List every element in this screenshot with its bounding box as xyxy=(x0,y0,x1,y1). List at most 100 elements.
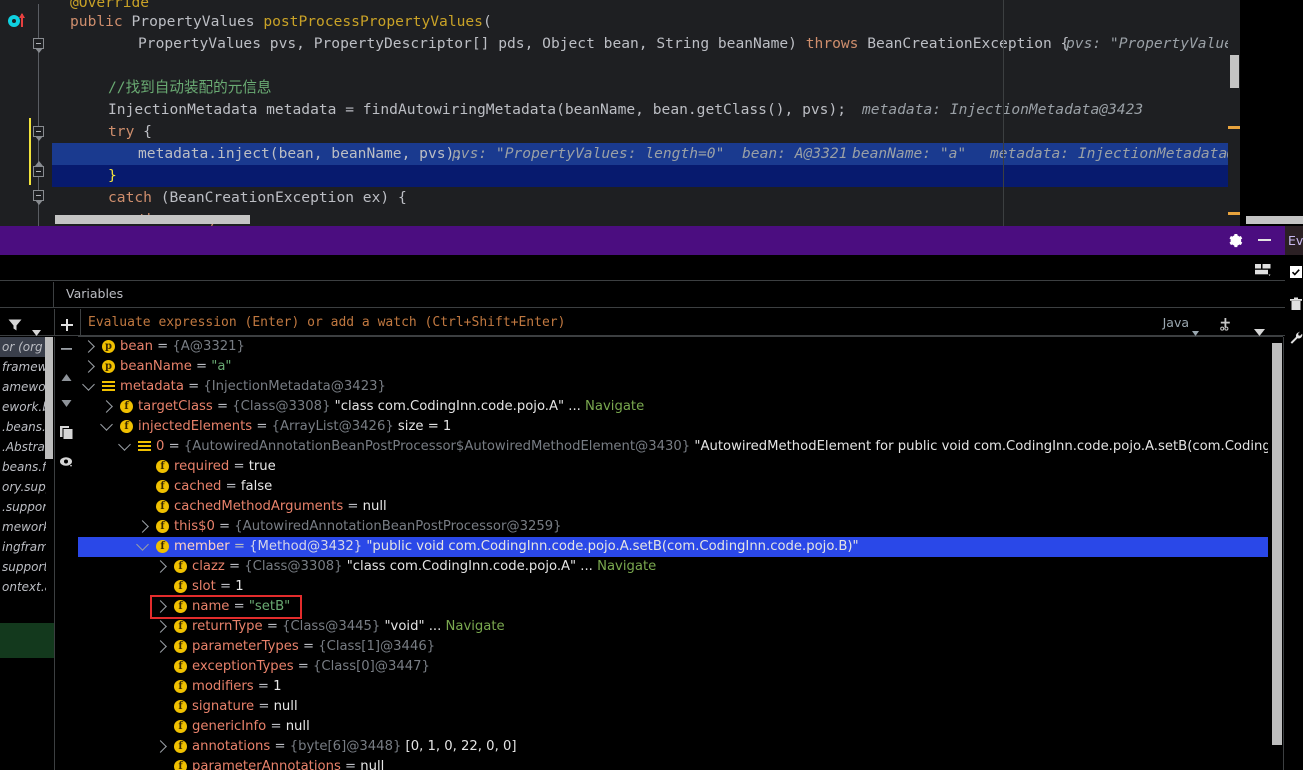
navigate-link[interactable]: Navigate xyxy=(597,559,656,574)
language-selector-label[interactable]: Java xyxy=(1163,315,1189,330)
frames-panel[interactable]: or (orgframewoamewo.ework.b.beans..Abstr… xyxy=(0,337,54,770)
variable-row[interactable]: f exceptionTypes = {Class[0]@3447} xyxy=(78,657,1268,677)
layout-icon[interactable] xyxy=(1255,261,1271,276)
frame-item[interactable]: ory.supp xyxy=(0,477,46,497)
code-keyword: public xyxy=(70,13,132,30)
editor-horizontal-scrollbar-right[interactable] xyxy=(1246,216,1303,224)
variable-row[interactable]: p bean = {A@3321} xyxy=(78,337,1268,357)
variable-row[interactable]: f modifiers = 1 xyxy=(78,677,1268,697)
frames-list[interactable]: or (orgframewoamewo.ework.b.beans..Abstr… xyxy=(0,337,46,597)
editor-vertical-scrollbar[interactable] xyxy=(1228,0,1240,226)
frame-item[interactable]: amewo. xyxy=(0,377,46,397)
frame-item[interactable]: .Abstra xyxy=(0,437,46,457)
variable-row[interactable]: f cachedMethodArguments = null xyxy=(78,497,1268,517)
variable-equals: = xyxy=(229,539,250,554)
chevron-down-icon[interactable] xyxy=(136,538,149,551)
variable-row[interactable]: f this$0 = {AutowiredAnnotationBeanPostPr… xyxy=(78,517,1268,537)
navigate-link[interactable]: Navigate xyxy=(585,399,644,414)
variable-row[interactable]: f clazz = {Class@3308} "class com.CodingI… xyxy=(78,557,1268,577)
gear-icon[interactable] xyxy=(1228,233,1243,248)
frame-item[interactable]: support) xyxy=(0,557,46,577)
frame-item[interactable]: ontext.an xyxy=(0,577,46,597)
chevron-right-icon[interactable] xyxy=(154,560,167,573)
variable-value: null xyxy=(285,719,310,734)
chevron-down-icon[interactable] xyxy=(82,378,95,391)
variable-value: 1 xyxy=(273,679,282,694)
code-editor[interactable]: @Override public PropertyValues postProc… xyxy=(0,0,1303,226)
chevron-right-icon[interactable] xyxy=(100,400,113,413)
chevron-right-icon[interactable] xyxy=(136,520,149,533)
variable-row[interactable]: f parameterAnnotations = null xyxy=(78,757,1268,770)
fold-marker-icon[interactable] xyxy=(33,190,44,205)
evaluate-expression-input[interactable]: Evaluate expression (Enter) or add a wat… xyxy=(88,315,565,330)
scrollbar-thumb[interactable] xyxy=(1230,55,1239,88)
toolbar-divider xyxy=(54,309,55,336)
navigate-link[interactable]: Navigate xyxy=(446,619,505,634)
frame-item[interactable]: beans.f xyxy=(0,457,46,477)
variable-row[interactable]: f member = {Method@3432} "public void com… xyxy=(78,537,1268,557)
copy-icon[interactable] xyxy=(59,425,74,440)
variable-text: cachedMethodArguments = null xyxy=(174,497,387,517)
tab-evaluate[interactable]: Ev xyxy=(1285,226,1303,255)
variable-detail: size = 1 xyxy=(393,419,452,434)
variable-row[interactable]: f genericInfo = null xyxy=(78,717,1268,737)
tab-variables[interactable]: Variables xyxy=(66,286,123,301)
minus-icon[interactable] xyxy=(59,341,74,356)
trash-icon[interactable] xyxy=(1289,296,1303,310)
inline-hint-bean: bean: A@3321 xyxy=(742,145,848,162)
variable-row[interactable]: f slot = 1 xyxy=(78,577,1268,597)
fold-marker-icon[interactable] xyxy=(33,161,44,177)
chevron-right-icon[interactable] xyxy=(154,640,167,653)
variable-row[interactable]: p beanName = "a" xyxy=(78,357,1268,377)
wrench-icon[interactable] xyxy=(1289,330,1303,344)
frames-scrollbar-thumb[interactable] xyxy=(45,337,53,459)
variable-row[interactable]: f signature = null xyxy=(78,697,1268,717)
variable-row[interactable]: f annotations = {byte[6]@3448} [0, 1, 0, … xyxy=(78,737,1268,757)
variable-row[interactable]: f targetClass = {Class@3308} "class com.C… xyxy=(78,397,1268,417)
chevron-right-icon[interactable] xyxy=(82,340,95,353)
filter-icon[interactable] xyxy=(8,316,22,331)
fold-marker-icon[interactable] xyxy=(33,38,44,53)
field-icon: f xyxy=(156,540,169,553)
breakpoint-icon[interactable] xyxy=(8,13,25,28)
variables-scrollbar-thumb[interactable] xyxy=(1272,343,1282,745)
down-arrow-icon[interactable] xyxy=(59,395,74,410)
chevron-right-icon[interactable] xyxy=(154,600,167,613)
variable-row[interactable]: f injectedElements = {ArrayList@3426} siz… xyxy=(78,417,1268,437)
frame-item[interactable]: .beans. xyxy=(0,417,46,437)
eye-icon[interactable] xyxy=(59,455,74,470)
minimize-icon[interactable] xyxy=(1258,239,1271,241)
variable-name: cached xyxy=(174,479,222,494)
code-text-area[interactable]: @Override public PropertyValues postProc… xyxy=(52,0,1303,226)
chevron-down-icon[interactable] xyxy=(118,438,131,451)
field-icon: f xyxy=(174,560,187,573)
frame-item[interactable]: .support) xyxy=(0,497,46,517)
add-watch-icon[interactable] xyxy=(1219,316,1233,331)
frame-item[interactable]: framewo xyxy=(0,357,46,377)
editor-horizontal-scrollbar[interactable] xyxy=(55,215,250,224)
variable-row[interactable]: f returnType = {Class@3445} "void" ... Na… xyxy=(78,617,1268,637)
variable-detail: "void" ... xyxy=(380,619,446,634)
fold-marker-icon[interactable] xyxy=(33,126,44,141)
chevron-down-icon[interactable] xyxy=(100,418,113,431)
frame-item[interactable]: ingframe xyxy=(0,537,46,557)
chevron-right-icon[interactable] xyxy=(154,620,167,633)
frame-item[interactable]: mework. xyxy=(0,517,46,537)
variables-tree[interactable]: p bean = {A@3321} p beanName = "a" metadata … xyxy=(78,337,1268,770)
variable-row[interactable]: f name = "setB" xyxy=(78,597,1268,617)
variable-row[interactable]: f parameterTypes = {Class[1]@3446} xyxy=(78,637,1268,657)
variable-row[interactable]: 0 = {AutowiredAnnotationBeanPostProcesso… xyxy=(78,437,1268,457)
checkbox-icon[interactable] xyxy=(1289,264,1303,278)
chevron-right-icon[interactable] xyxy=(82,360,95,373)
variable-name: parameterAnnotations xyxy=(192,759,341,770)
frame-item[interactable]: or (org xyxy=(0,337,46,357)
variable-row[interactable]: f cached = false xyxy=(78,477,1268,497)
variable-row[interactable]: f required = true xyxy=(78,457,1268,477)
code-line-current2: } xyxy=(52,165,1228,187)
variable-row[interactable]: metadata = {InjectionMetadata@3423} xyxy=(78,377,1268,397)
up-arrow-icon[interactable] xyxy=(59,371,74,386)
chevron-right-icon[interactable] xyxy=(154,740,167,753)
frame-item[interactable]: ework.b xyxy=(0,397,46,417)
editor-gutter[interactable] xyxy=(0,0,52,226)
plus-icon[interactable] xyxy=(61,316,73,331)
